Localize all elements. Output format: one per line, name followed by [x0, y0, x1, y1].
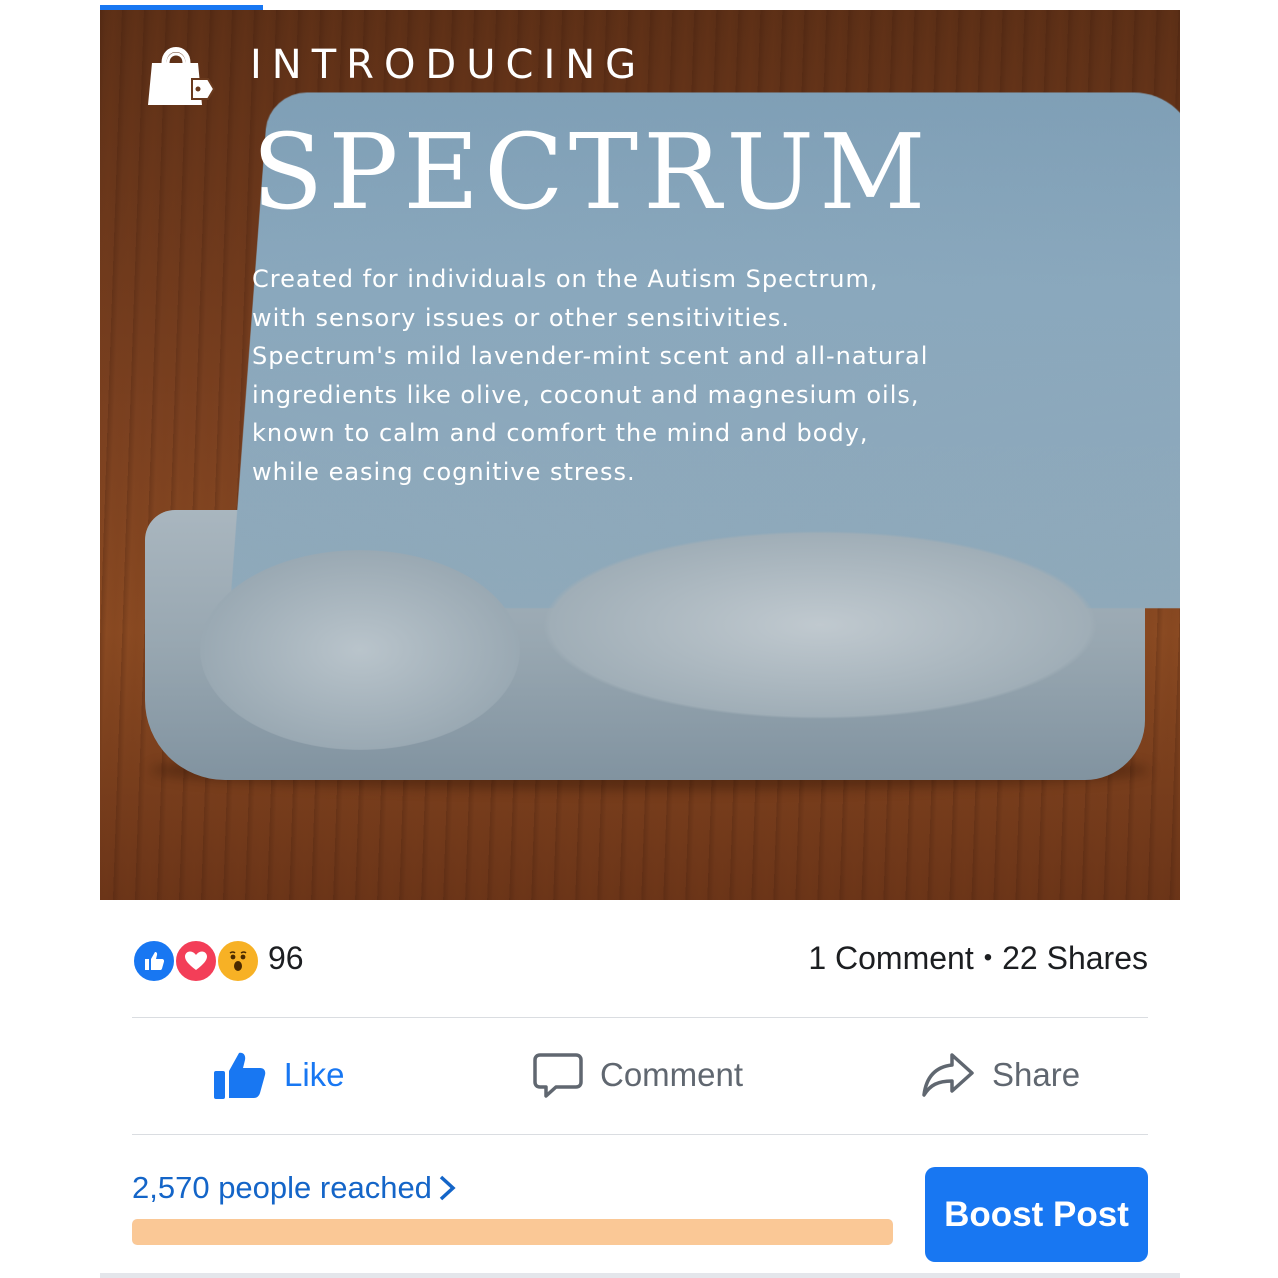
soap-ridge — [200, 550, 520, 750]
reach-progress-fill — [132, 1219, 893, 1245]
share-button[interactable]: Share — [920, 1030, 1080, 1120]
divider — [132, 1017, 1148, 1018]
post-image[interactable]: INTRODUCING SPECTRUM Created for individ… — [100, 10, 1180, 900]
comments-count[interactable]: 1 Comment — [808, 940, 973, 976]
comment-button[interactable]: Comment — [532, 1030, 743, 1120]
comment-bubble-icon — [533, 1053, 583, 1098]
shopping-bag-icon — [148, 47, 216, 105]
post-kicker: INTRODUCING — [250, 42, 647, 88]
comment-label: Comment — [600, 1056, 744, 1093]
reaction-icons[interactable] — [132, 939, 262, 983]
separator-dot: • — [983, 944, 993, 971]
thumbs-up-icon — [214, 1052, 266, 1099]
post-description: Created for individuals on the Autism Sp… — [252, 265, 929, 486]
reach-progress-bar — [132, 1219, 893, 1245]
like-label: Like — [284, 1056, 345, 1093]
chevron-right-icon — [439, 1175, 456, 1201]
love-reaction-icon — [174, 939, 218, 983]
post-action-bar: Like Comment Share — [132, 1030, 1148, 1120]
share-arrow-icon — [922, 1053, 974, 1097]
like-button[interactable]: Like — [212, 1030, 345, 1120]
shares-count[interactable]: 22 Shares — [1002, 940, 1148, 976]
reaction-count[interactable]: 96 — [268, 940, 304, 977]
comments-shares-summary: 1 Comment • 22 Shares — [808, 940, 1148, 977]
bottom-separator — [100, 1273, 1180, 1278]
share-label: Share — [992, 1056, 1081, 1093]
post-headline: SPECTRUM — [252, 111, 931, 233]
wow-reaction-icon — [216, 939, 260, 983]
like-reaction-icon — [132, 939, 176, 983]
boost-post-button[interactable]: Boost Post — [925, 1167, 1148, 1262]
engagement-stats: 96 1 Comment • 22 Shares — [132, 935, 1148, 985]
people-reached-link[interactable]: 2,570 people reached — [132, 1170, 456, 1206]
divider — [132, 1134, 1148, 1135]
people-reached-label: 2,570 people reached — [132, 1170, 432, 1205]
soap-ridge — [540, 530, 1100, 720]
